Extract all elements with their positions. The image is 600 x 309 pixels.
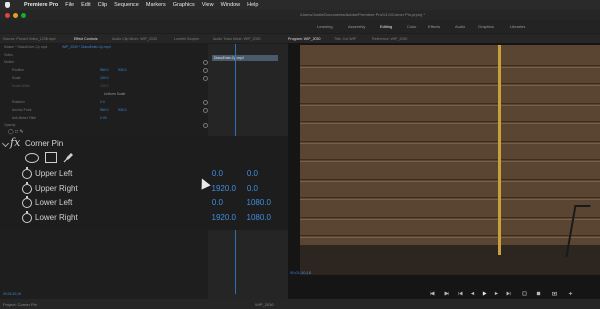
window-title: /Users/Justin/Documents/Adobe/Premiere P… <box>300 12 425 17</box>
lower-left-label: Lower Left <box>35 198 73 207</box>
stopwatch-icon[interactable] <box>22 211 32 223</box>
menu-sequence[interactable]: Sequence <box>114 2 139 8</box>
position-x[interactable]: 960.0 <box>100 68 109 72</box>
section-video: Video <box>4 53 13 57</box>
fx-icon[interactable]: fx <box>10 136 20 149</box>
antiflicker-value[interactable]: 0.00 <box>100 116 107 120</box>
insert-icon[interactable] <box>522 291 527 296</box>
stopwatch-icon[interactable] <box>22 182 32 194</box>
mark-in-icon[interactable] <box>430 291 435 296</box>
tab-program[interactable]: Program: WIP_2030 <box>288 37 321 41</box>
anchor-x[interactable]: 960.0 <box>100 108 109 112</box>
menu-file[interactable]: File <box>65 2 74 8</box>
menu-markers[interactable]: Markers <box>146 2 166 8</box>
pen-mask-icon[interactable] <box>63 151 75 163</box>
left-panel-tabs: Source: Pinned Video_1238.mp4 Effect Con… <box>0 34 288 43</box>
upper-right-y[interactable]: 0.0 <box>218 184 258 193</box>
tab-effect-controls[interactable]: Effect Controls <box>74 37 98 41</box>
overwrite-icon[interactable] <box>536 291 541 296</box>
rectangle-mask-icon[interactable] <box>45 152 57 163</box>
scale-label: Scale <box>12 76 21 80</box>
tab-reference[interactable]: Reference: WIP_2030 <box>372 37 407 41</box>
video-pole <box>498 45 501 255</box>
workspace-editing[interactable]: Editing <box>380 24 392 29</box>
lower-right-label: Lower Right <box>35 213 78 222</box>
workspace-bar: Learning Assembly Editing Color Effects … <box>0 20 600 33</box>
apple-icon[interactable] <box>5 2 10 8</box>
add-button-icon[interactable] <box>568 291 573 296</box>
zoom-window-icon[interactable] <box>21 13 26 18</box>
source-path[interactable]: Master * DiasoEnter-Cp.mp4 <box>4 45 47 49</box>
go-to-out-icon[interactable] <box>506 291 511 296</box>
program-timecode[interactable]: 00;01;30;18 <box>290 270 311 275</box>
export-frame-icon[interactable] <box>552 291 557 296</box>
workspace-audio[interactable]: Audio <box>455 24 465 29</box>
scale-width-value: 100.0 <box>100 84 109 88</box>
stopwatch-icon[interactable] <box>22 167 32 179</box>
uniform-scale-checkbox[interactable]: Uniform Scale <box>104 92 125 96</box>
ellipse-mask-icon[interactable] <box>25 153 39 163</box>
menu-graphics[interactable]: Graphics <box>173 2 195 8</box>
workspace-graphics[interactable]: Graphics <box>478 24 494 29</box>
rotation-label: Rotation <box>12 100 25 104</box>
minimize-window-icon[interactable] <box>13 13 18 18</box>
timeline-clip-label: DiasoEnter-Cp.mp4 <box>214 55 244 60</box>
sequence-label[interactable]: WIP_2030 <box>255 302 274 307</box>
tab-title[interactable]: Title: Cut WIP <box>334 37 356 41</box>
opacity-label[interactable]: Opacity <box>4 123 16 127</box>
anchor-y[interactable]: 540.0 <box>118 108 127 112</box>
menu-view[interactable]: View <box>202 2 214 8</box>
go-to-in-icon[interactable] <box>458 291 463 296</box>
workspace-color[interactable]: Color <box>407 24 417 29</box>
lower-right-y[interactable]: 1080.0 <box>231 213 271 222</box>
program-video-frame[interactable] <box>300 45 600 275</box>
project-label[interactable]: Project: Corner Pin <box>3 302 37 307</box>
chevron-down-icon[interactable] <box>1 139 10 148</box>
menu-edit[interactable]: Edit <box>81 2 90 8</box>
tab-audio-track-mixer[interactable]: Audio Track Mixer: WIP_2030 <box>213 37 261 41</box>
sequence-clip[interactable]: WIP_2030 * DiasoEnter-Cp.mp4 <box>62 45 111 49</box>
corner-pin-overlay: fx Corner Pin Upper Left 0.0 0.0 Upper R… <box>0 136 288 230</box>
status-bar: Project: Corner Pin WIP_2030 <box>0 299 600 309</box>
step-forward-icon[interactable] <box>494 291 499 296</box>
motion-label[interactable]: Motion <box>4 60 14 64</box>
play-icon[interactable] <box>482 291 487 296</box>
tab-source[interactable]: Source: Pinned Video_1238.mp4 <box>3 37 56 41</box>
window-titlebar: /Users/Justin/Documents/Adobe/Premiere P… <box>0 10 600 20</box>
app-name[interactable]: Premiere Pro <box>24 2 58 8</box>
workspace-effects[interactable]: Effects <box>428 24 440 29</box>
lower-left-y[interactable]: 1080.0 <box>231 198 271 207</box>
lower-left-x[interactable]: 0.0 <box>183 198 223 207</box>
lower-right-x[interactable]: 1920.0 <box>196 213 236 222</box>
timecode-effect-controls[interactable]: 00;01;30;18 <box>3 292 21 296</box>
workspace-libraries[interactable]: Libraries <box>510 24 525 29</box>
upper-left-y[interactable]: 0.0 <box>218 169 258 178</box>
menu-help[interactable]: Help <box>247 2 258 8</box>
menu-clip[interactable]: Clip <box>98 2 107 8</box>
workspace-assembly[interactable]: Assembly <box>348 24 365 29</box>
antiflicker-label: Anti-flicker Filter <box>12 116 37 120</box>
anchor-label: Anchor Point <box>12 108 32 112</box>
tab-lumetri-scopes[interactable]: Lumetri Scopes <box>174 37 199 41</box>
scale-width-label: Scale Width <box>12 84 31 88</box>
corner-pin-title: Corner Pin <box>25 139 64 148</box>
menu-bar: Premiere Pro File Edit Clip Sequence Mar… <box>0 0 600 10</box>
mask-tools-small: ◯ □ ✎ <box>8 129 24 135</box>
upper-right-label: Upper Right <box>35 184 78 193</box>
tab-audio-clip-mixer[interactable]: Audio Clip Mixer: WIP_2030 <box>112 37 157 41</box>
timeline-clip[interactable]: DiasoEnter-Cp.mp4 <box>212 55 278 61</box>
scale-value[interactable]: 100.0 <box>100 76 109 80</box>
rotation-value[interactable]: 0.0 <box>100 100 105 104</box>
position-y[interactable]: 540.0 <box>118 68 127 72</box>
menu-window[interactable]: Window <box>221 2 241 8</box>
stopwatch-icon[interactable] <box>22 196 32 208</box>
position-label: Position <box>12 68 25 72</box>
workspace-learning[interactable]: Learning <box>317 24 333 29</box>
upper-left-label: Upper Left <box>35 169 73 178</box>
close-window-icon[interactable] <box>5 13 10 18</box>
mark-out-icon[interactable] <box>444 291 449 296</box>
program-panel-tabs: Program: WIP_2030 Title: Cut WIP Referen… <box>288 34 600 43</box>
step-back-icon[interactable] <box>470 291 475 296</box>
